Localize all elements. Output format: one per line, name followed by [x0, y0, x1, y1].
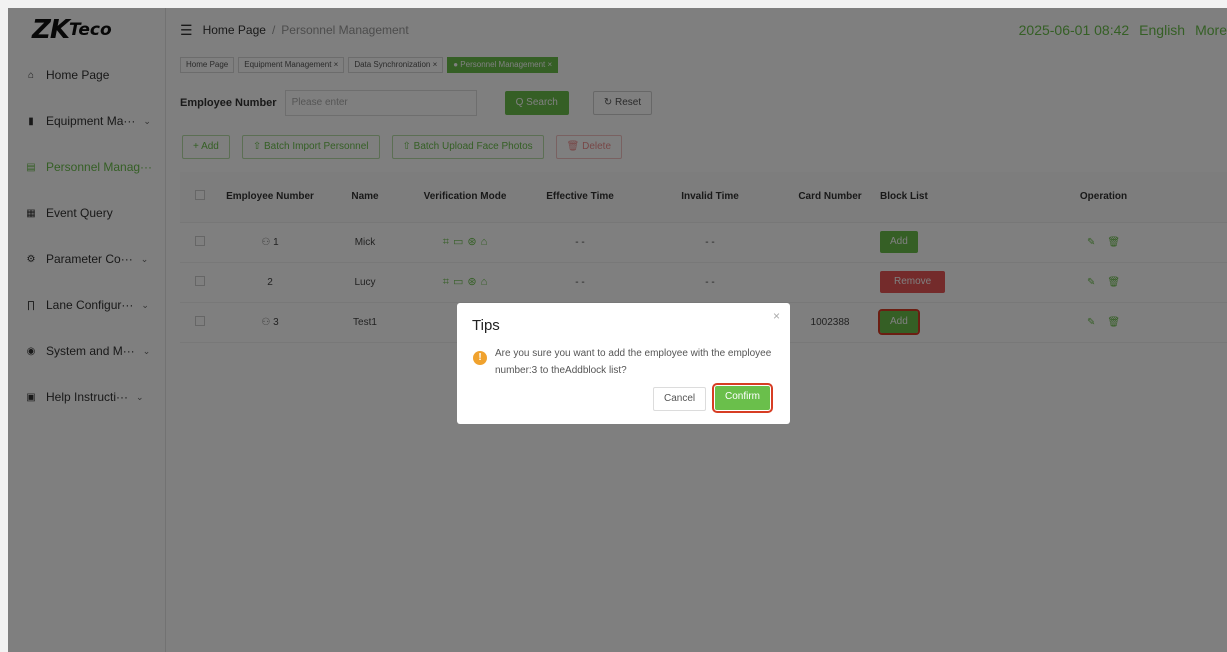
cancel-button[interactable]: Cancel [653, 387, 707, 411]
app-window: ZKTeco ⌂ Home Page ▮ Equipment Ma··· ⌄ ▤… [8, 8, 1227, 652]
close-icon[interactable]: × [773, 309, 780, 323]
confirm-dialog: Tips × ! Are you sure you want to add th… [457, 303, 790, 424]
warning-icon: ! [473, 351, 487, 365]
dialog-title: Tips [472, 317, 500, 334]
dialog-message: Are you sure you want to add the employe… [495, 348, 772, 376]
confirm-button[interactable]: Confirm [711, 383, 774, 413]
